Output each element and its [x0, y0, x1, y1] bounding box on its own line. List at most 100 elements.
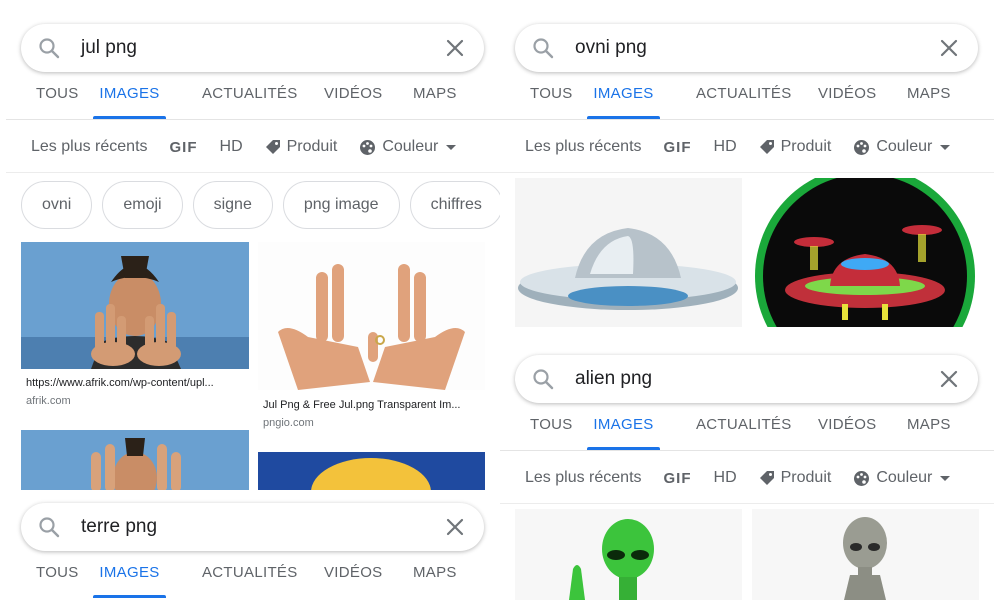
tab-videos[interactable]: VIDÉOS [324, 71, 382, 119]
divider [500, 172, 994, 173]
result-thumbnail [752, 509, 979, 600]
filter-color[interactable]: Couleur [853, 469, 951, 487]
tab-videos[interactable]: VIDÉOS [818, 71, 876, 119]
search-input[interactable]: ovni png [575, 37, 938, 59]
filter-bar: Les plus récents GIF HD Produit Couleur [525, 452, 972, 504]
tab-maps[interactable]: MAPS [907, 402, 951, 450]
search-bar[interactable]: alien png [515, 355, 978, 403]
search-bar[interactable]: terre png [21, 503, 484, 551]
divider [500, 450, 994, 451]
filter-hd[interactable]: HD [220, 138, 243, 156]
filter-gif[interactable]: GIF [170, 139, 198, 156]
filter-hd[interactable]: HD [714, 138, 737, 156]
divider [500, 119, 994, 120]
search-tabs: TOUS IMAGES ACTUALITÉS VIDÉOS MAPS [6, 550, 500, 598]
palette-icon [360, 139, 376, 155]
result-thumbnail [515, 509, 742, 600]
tag-icon [759, 471, 774, 485]
tab-videos[interactable]: VIDÉOS [818, 402, 876, 450]
tab-all[interactable]: TOUS [36, 550, 79, 598]
search-input[interactable]: alien png [575, 368, 938, 390]
result-thumbnail [258, 242, 485, 390]
result-caption[interactable]: https://www.afrik.com/wp-content/upl... [26, 377, 248, 389]
result-image-ovni-2[interactable] [752, 178, 979, 327]
filter-color-label: Couleur [382, 138, 439, 155]
result-image-jul-1[interactable] [21, 242, 249, 369]
filter-recent[interactable]: Les plus récents [31, 138, 148, 156]
result-thumbnail [515, 178, 742, 327]
result-image-jul-4[interactable] [258, 452, 485, 490]
tab-images[interactable]: IMAGES [587, 71, 660, 119]
search-icon[interactable] [531, 367, 555, 391]
result-thumbnail [752, 178, 979, 327]
divider [6, 172, 500, 173]
tag-icon [265, 140, 280, 154]
filter-color-label: Couleur [876, 469, 933, 486]
related-chips: ovni emoji signe png image chiffres [21, 181, 500, 229]
chip-signe[interactable]: signe [192, 181, 273, 229]
filter-color[interactable]: Couleur [853, 138, 951, 156]
divider [500, 503, 994, 504]
filter-product[interactable]: Produit [759, 138, 832, 156]
search-icon[interactable] [37, 36, 61, 60]
filter-product[interactable]: Produit [759, 469, 832, 487]
filter-color[interactable]: Couleur [359, 138, 457, 156]
search-input[interactable]: terre png [81, 516, 444, 538]
tab-videos[interactable]: VIDÉOS [324, 550, 382, 598]
result-image-jul-3[interactable] [21, 430, 249, 490]
close-icon[interactable] [938, 368, 960, 390]
filter-product-label: Produit [780, 138, 832, 155]
tab-images[interactable]: IMAGES [587, 402, 660, 450]
result-thumbnail [258, 452, 485, 490]
right-search-panel: ovni png TOUS IMAGES ACTUALITÉS VIDÉOS M… [500, 0, 994, 600]
filter-gif[interactable]: GIF [664, 470, 692, 487]
search-bar[interactable]: jul png [21, 24, 484, 72]
tab-news[interactable]: ACTUALITÉS [202, 550, 298, 598]
close-icon[interactable] [444, 516, 466, 538]
tab-maps[interactable]: MAPS [907, 71, 951, 119]
chevron-down-icon [940, 144, 951, 150]
filter-color-label: Couleur [876, 138, 933, 155]
search-tabs: TOUS IMAGES ACTUALITÉS VIDÉOS MAPS [500, 71, 994, 119]
search-bar[interactable]: ovni png [515, 24, 978, 72]
chip-ovni[interactable]: ovni [21, 181, 93, 229]
result-image-alien-2[interactable] [752, 509, 979, 600]
tab-images[interactable]: IMAGES [93, 71, 166, 119]
result-thumbnail [21, 242, 249, 369]
tab-all[interactable]: TOUS [530, 71, 573, 119]
tab-news[interactable]: ACTUALITÉS [696, 402, 792, 450]
filter-hd[interactable]: HD [714, 469, 737, 487]
left-search-panel: jul png TOUS IMAGES ACTUALITÉS VIDÉOS MA… [6, 0, 500, 600]
tag-icon [759, 140, 774, 154]
close-icon[interactable] [444, 37, 466, 59]
filter-recent[interactable]: Les plus récents [525, 138, 642, 156]
tab-news[interactable]: ACTUALITÉS [696, 71, 792, 119]
chip-emoji[interactable]: emoji [102, 181, 183, 229]
search-input[interactable]: jul png [81, 37, 444, 59]
tab-maps[interactable]: MAPS [413, 71, 457, 119]
close-icon[interactable] [938, 37, 960, 59]
filter-recent[interactable]: Les plus récents [525, 469, 642, 487]
result-caption[interactable]: Jul Png & Free Jul.png Transparent Im... [263, 399, 485, 411]
filter-product-label: Produit [780, 469, 832, 486]
chevron-down-icon [940, 475, 951, 481]
filter-gif[interactable]: GIF [664, 139, 692, 156]
divider [6, 119, 500, 120]
filter-bar: Les plus récents GIF HD Produit Couleur [31, 121, 478, 173]
tab-all[interactable]: TOUS [36, 71, 79, 119]
tab-maps[interactable]: MAPS [413, 550, 457, 598]
tab-all[interactable]: TOUS [530, 402, 573, 450]
result-domain: pngio.com [263, 417, 314, 429]
chip-png-image[interactable]: png image [282, 181, 400, 229]
filter-product[interactable]: Produit [265, 138, 338, 156]
tab-images[interactable]: IMAGES [93, 550, 166, 598]
result-image-jul-2[interactable] [258, 242, 485, 390]
search-icon[interactable] [531, 36, 555, 60]
tab-news[interactable]: ACTUALITÉS [202, 71, 298, 119]
chip-chiffres[interactable]: chiffres [409, 181, 500, 229]
filter-product-label: Produit [286, 138, 338, 155]
search-tabs: TOUS IMAGES ACTUALITÉS VIDÉOS MAPS [500, 402, 994, 450]
search-icon[interactable] [37, 515, 61, 539]
result-image-ovni-1[interactable] [515, 178, 742, 327]
result-image-alien-1[interactable] [515, 509, 742, 600]
